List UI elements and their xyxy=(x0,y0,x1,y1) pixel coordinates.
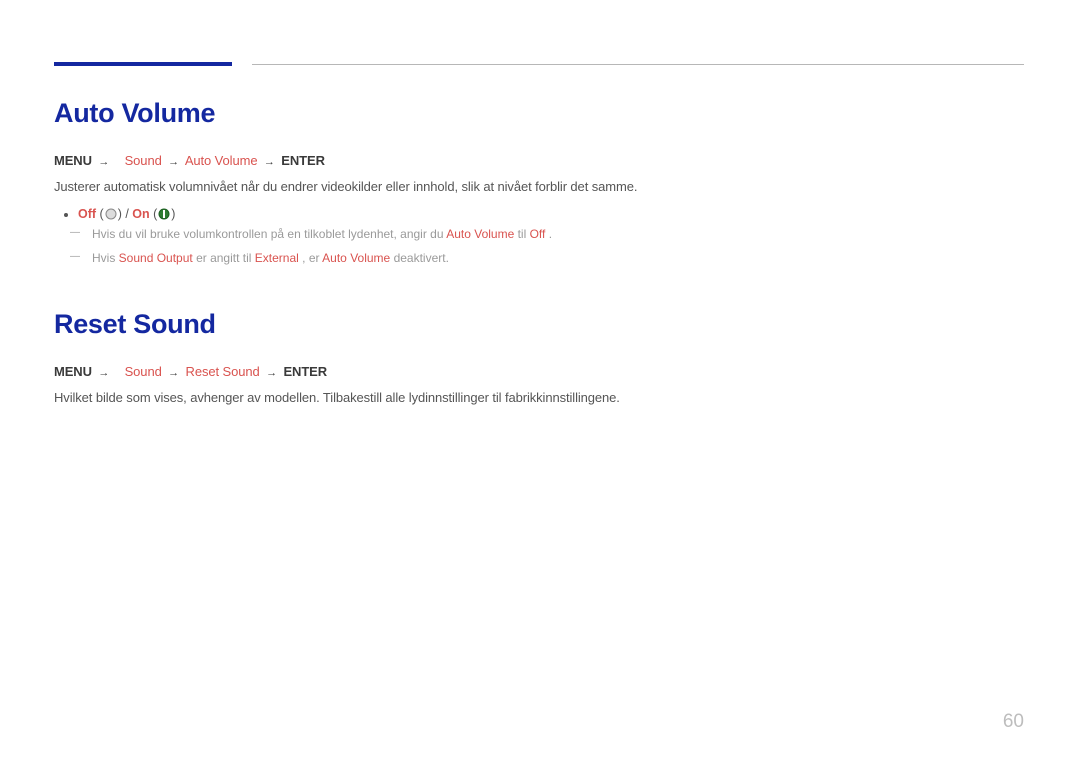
note-text: Hvis xyxy=(92,251,119,265)
arrow-icon: → xyxy=(165,367,182,379)
note-keyword: External xyxy=(255,251,299,265)
note-text: til xyxy=(518,227,530,241)
menu-path-reset-sound: MENU → Sound → Reset Sound → ENTER xyxy=(54,364,814,379)
note-text: . xyxy=(549,227,552,241)
header-rule xyxy=(54,62,1024,70)
notes-list: Hvis du vil bruke volumkontrollen på en … xyxy=(54,225,814,267)
radio-on-icon xyxy=(158,208,170,220)
note-text: , er xyxy=(302,251,322,265)
section-title-reset-sound: Reset Sound xyxy=(54,309,814,340)
menu-path-auto-volume: MENU → Sound → Auto Volume → ENTER xyxy=(54,153,814,168)
arrow-icon: → xyxy=(95,367,121,379)
reset-sound-description: Hvilket bilde som vises, avhenger av mod… xyxy=(54,389,814,408)
page-number: 60 xyxy=(1003,711,1024,733)
note-text: Hvis du vil bruke volumkontrollen på en … xyxy=(92,227,446,241)
crumb-sound: Sound xyxy=(125,364,162,379)
radio-off-icon xyxy=(105,208,117,220)
arrow-icon: → xyxy=(95,156,121,168)
arrow-icon: → xyxy=(263,367,280,379)
crumb-enter: ENTER xyxy=(283,364,327,379)
crumb-menu: MENU xyxy=(54,364,92,379)
crumb-auto-volume: Auto Volume xyxy=(185,153,258,168)
option-off-on: Off () / On () xyxy=(78,207,814,221)
note-2: Hvis Sound Output er angitt til External… xyxy=(92,249,814,267)
crumb-reset-sound: Reset Sound xyxy=(186,364,260,379)
option-on-label: On xyxy=(132,207,149,221)
note-keyword: Auto Volume xyxy=(446,227,514,241)
crumb-menu: MENU xyxy=(54,153,92,168)
arrow-icon: → xyxy=(165,156,182,168)
page-content: Auto Volume MENU → Sound → Auto Volume →… xyxy=(54,98,814,418)
note-keyword: Sound Output xyxy=(119,251,193,265)
section-title-auto-volume: Auto Volume xyxy=(54,98,814,129)
note-keyword: Auto Volume xyxy=(322,251,390,265)
option-off-label: Off xyxy=(78,207,96,221)
header-rule-line xyxy=(252,64,1024,65)
auto-volume-description: Justerer automatisk volumnivået når du e… xyxy=(54,178,814,197)
header-rule-accent xyxy=(54,62,232,66)
arrow-icon: → xyxy=(261,156,278,168)
section-reset-sound: Reset Sound MENU → Sound → Reset Sound →… xyxy=(54,309,814,408)
crumb-enter: ENTER xyxy=(281,153,325,168)
note-text: er angitt til xyxy=(196,251,255,265)
note-text: deaktivert. xyxy=(394,251,449,265)
note-keyword: Off xyxy=(530,227,546,241)
option-list: Off () / On () xyxy=(54,207,814,221)
note-1: Hvis du vil bruke volumkontrollen på en … xyxy=(92,225,814,243)
crumb-sound: Sound xyxy=(125,153,162,168)
